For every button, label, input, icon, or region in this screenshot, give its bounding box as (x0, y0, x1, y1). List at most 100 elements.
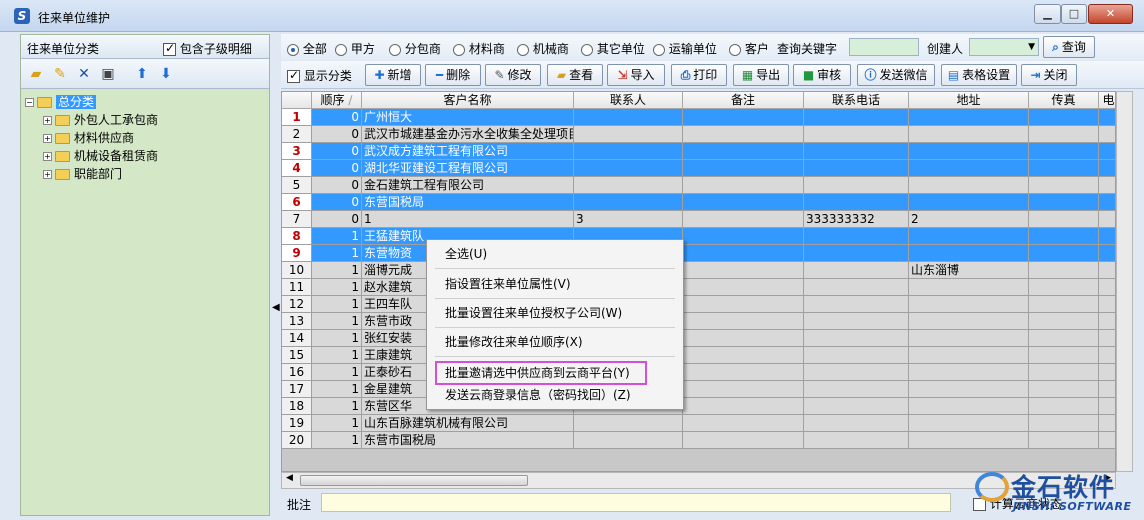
expand-icon[interactable]: + (43, 134, 52, 143)
cell-remark[interactable] (683, 347, 804, 364)
tree-root[interactable]: − 总分类 (25, 93, 97, 111)
cell-extra[interactable] (1099, 398, 1115, 415)
cell-extra[interactable] (1099, 296, 1115, 313)
cell-fax[interactable] (1029, 109, 1099, 126)
radio-icon[interactable] (287, 43, 299, 56)
cell-order[interactable]: 0 (312, 126, 362, 143)
cell-address[interactable] (909, 228, 1029, 245)
cell-contact[interactable]: 3 (574, 211, 683, 228)
cell-address[interactable] (909, 347, 1029, 364)
cell-phone[interactable] (804, 194, 909, 211)
cell-phone[interactable] (804, 126, 909, 143)
cell-fax[interactable] (1029, 245, 1099, 262)
cell-name[interactable]: 东营市国税局 (362, 432, 574, 449)
cell-remark[interactable] (683, 279, 804, 296)
cell-fax[interactable] (1029, 194, 1099, 211)
cell-remark[interactable] (683, 432, 804, 449)
cell-address[interactable] (909, 313, 1029, 330)
column-header[interactable]: 顺序 ∕ (312, 92, 362, 109)
row-number[interactable]: 11 (282, 279, 312, 296)
expand-icon[interactable]: + (43, 116, 52, 125)
radio-icon[interactable] (653, 43, 665, 56)
cell-address[interactable] (909, 432, 1029, 449)
tree-item[interactable]: + 材料供应商 (43, 129, 134, 147)
radio-icon[interactable] (453, 43, 465, 56)
cell-phone[interactable] (804, 313, 909, 330)
cell-extra[interactable] (1099, 194, 1115, 211)
cell-remark[interactable] (683, 330, 804, 347)
cell-phone[interactable] (804, 160, 909, 177)
cell-address[interactable] (909, 381, 1029, 398)
row-number[interactable]: 18 (282, 398, 312, 415)
cell-remark[interactable] (683, 364, 804, 381)
horizontal-scroll-thumb[interactable] (300, 475, 528, 486)
cell-contact[interactable] (574, 432, 683, 449)
filter-option[interactable]: 机械商 (517, 40, 569, 57)
cell-extra[interactable] (1099, 228, 1115, 245)
cell-fax[interactable] (1029, 126, 1099, 143)
cell-extra[interactable] (1099, 381, 1115, 398)
show-category-toggle[interactable]: 显示分类 (287, 67, 352, 84)
row-number[interactable]: 1 (282, 109, 312, 126)
column-header[interactable]: 客户名称 (362, 92, 574, 109)
cell-address[interactable]: 山东淄博 (909, 262, 1029, 279)
cell-extra[interactable] (1099, 364, 1115, 381)
cell-fax[interactable] (1029, 160, 1099, 177)
edit-button[interactable]: ✎ 修改 (485, 64, 541, 86)
row-number[interactable]: 12 (282, 296, 312, 313)
cell-extra[interactable] (1099, 177, 1115, 194)
table-settings-button[interactable]: ▤ 表格设置 (941, 64, 1017, 86)
column-header[interactable]: 联系电话 (804, 92, 909, 109)
maximize-button[interactable]: □ (1061, 4, 1087, 24)
filter-option[interactable]: 材料商 (453, 40, 505, 57)
cell-remark[interactable] (683, 296, 804, 313)
cell-fax[interactable] (1029, 347, 1099, 364)
cell-order[interactable]: 0 (312, 177, 362, 194)
cell-contact[interactable] (574, 415, 683, 432)
cell-remark[interactable] (683, 177, 804, 194)
cell-phone[interactable] (804, 415, 909, 432)
move-down-icon[interactable]: ⬇ (157, 65, 175, 83)
cell-phone[interactable] (804, 228, 909, 245)
cell-remark[interactable] (683, 228, 804, 245)
edit-folder-icon[interactable]: ✎ (51, 65, 69, 83)
move-up-icon[interactable]: ⬆ (133, 65, 151, 83)
radio-icon[interactable] (517, 43, 529, 56)
filter-option[interactable]: 甲方 (335, 40, 375, 57)
cell-remark[interactable] (683, 143, 804, 160)
cell-phone[interactable] (804, 109, 909, 126)
delete-category-icon[interactable]: ✕ (75, 65, 93, 83)
cell-phone[interactable]: 333333332 (804, 211, 909, 228)
collapse-icon[interactable]: − (25, 98, 34, 107)
dropdown-arrow-icon[interactable]: ▼ (1028, 39, 1035, 55)
cell-address[interactable] (909, 109, 1029, 126)
cell-remark[interactable] (683, 160, 804, 177)
query-button[interactable]: ⌕ 查询 (1043, 36, 1095, 58)
row-number[interactable]: 14 (282, 330, 312, 347)
cell-address[interactable] (909, 194, 1029, 211)
column-header[interactable]: 地址 (909, 92, 1029, 109)
cell-fax[interactable] (1029, 330, 1099, 347)
cell-remark[interactable] (683, 415, 804, 432)
expand-icon[interactable]: + (43, 152, 52, 161)
tree-item[interactable]: + 机械设备租赁商 (43, 147, 158, 165)
include-sub-toggle[interactable]: 包含子级明细 (163, 40, 252, 57)
cell-remark[interactable] (683, 126, 804, 143)
cell-address[interactable] (909, 364, 1029, 381)
row-number[interactable]: 7 (282, 211, 312, 228)
cell-address[interactable] (909, 143, 1029, 160)
menu-item-set-attributes[interactable]: 指设置往来单位属性(V) (445, 275, 571, 293)
cell-contact[interactable] (574, 194, 683, 211)
column-header[interactable]: 备注 (683, 92, 804, 109)
cell-order[interactable]: 1 (312, 330, 362, 347)
add-button[interactable]: ✚ 新增 (365, 64, 421, 86)
expand-icon[interactable]: + (43, 170, 52, 179)
cell-order[interactable]: 1 (312, 313, 362, 330)
cell-contact[interactable] (574, 143, 683, 160)
cell-order[interactable]: 1 (312, 279, 362, 296)
cell-remark[interactable] (683, 381, 804, 398)
cell-order[interactable]: 0 (312, 211, 362, 228)
collapse-arrow-icon[interactable]: ◀ (272, 302, 280, 313)
vertical-scrollbar[interactable] (1116, 91, 1133, 472)
cell-address[interactable] (909, 245, 1029, 262)
